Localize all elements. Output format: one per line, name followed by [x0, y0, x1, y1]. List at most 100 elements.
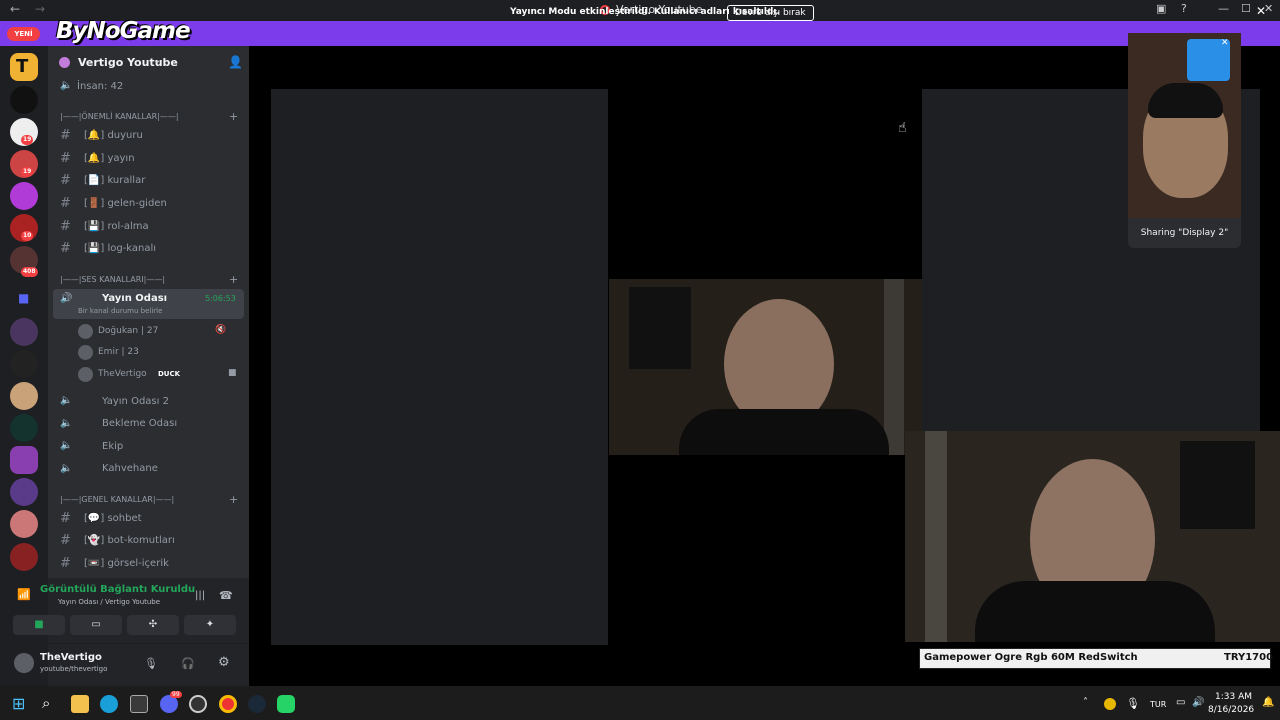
channel-gelen-giden[interactable]: [🚪] gelen-giden	[84, 198, 167, 209]
headphones-icon[interactable]: 🎧	[181, 657, 195, 670]
speaker-icon: 🔊	[60, 293, 73, 304]
network-icon[interactable]: ▭	[1176, 697, 1185, 708]
voice-status: Görüntülü Bağlantı Kuruldu	[40, 584, 196, 595]
volume-icon[interactable]: 🔊	[1192, 697, 1204, 708]
speaker-icon: 🔈	[60, 463, 73, 474]
channel-bot-komutlari[interactable]: [👻] bot-komutları	[84, 535, 175, 546]
speaker-icon: 🔈	[60, 418, 73, 429]
channel-yayin[interactable]: [🔔] yayın	[84, 153, 135, 164]
member-count: İnsan: 42	[77, 81, 124, 92]
notifications-icon[interactable]: 🔔	[1262, 697, 1274, 708]
add-channel-icon[interactable]: +	[229, 110, 238, 123]
signal-icon[interactable]: 📶	[17, 588, 31, 601]
settings-gear-icon[interactable]: ⚙	[218, 655, 230, 670]
activities-button[interactable]: ✣	[127, 615, 179, 635]
chevron-down-icon[interactable]: ⌄	[153, 55, 161, 66]
server-icon[interactable]	[10, 478, 38, 506]
disconnect-icon[interactable]: ☎	[219, 589, 233, 602]
avatar	[78, 324, 93, 339]
channel-log-kanali[interactable]: [💾] log-kanalı	[84, 243, 156, 254]
chevron-up-icon[interactable]: ˄	[1083, 697, 1088, 708]
avatar[interactable]	[14, 653, 34, 673]
server-icon[interactable]: T	[10, 53, 38, 81]
hash-icon: #	[60, 196, 71, 211]
unread-badge: 10	[21, 231, 34, 241]
disable-streamer-mode-button[interactable]: Devre dışı bırak	[727, 5, 814, 21]
server-icon[interactable]	[10, 543, 38, 571]
channel-duyuru[interactable]: [🔔] duyuru	[84, 130, 143, 141]
hash-icon: #	[60, 128, 71, 143]
inbox-icon[interactable]: ▣	[1156, 2, 1166, 15]
channel-kurallar[interactable]: [📄] kurallar	[84, 175, 145, 186]
server-icon[interactable]	[10, 182, 38, 210]
voice-channel[interactable]: Yayın Odası 2	[102, 396, 169, 407]
channel-status[interactable]: Bir kanal durumu belirle	[78, 307, 162, 315]
clock-time[interactable]: 1:33 AM	[1214, 692, 1252, 702]
voice-channel[interactable]: Kahvehane	[102, 463, 158, 474]
microphone-icon[interactable]: 🎙	[144, 657, 158, 670]
start-button-icon[interactable]: ⊞	[12, 694, 25, 713]
noise-suppression-icon[interactable]: |||	[195, 590, 205, 601]
server-icon[interactable]	[10, 382, 38, 410]
banner-close-icon[interactable]: ✕	[1256, 4, 1266, 18]
server-icon[interactable]	[10, 350, 38, 378]
store-icon[interactable]	[130, 695, 148, 713]
add-channel-icon[interactable]: +	[229, 273, 238, 286]
close-preview-icon[interactable]: ✕	[1221, 38, 1229, 48]
maximize-button[interactable]: ☐	[1241, 2, 1251, 15]
voice-location[interactable]: Yayın Odası / Vertigo Youtube	[58, 598, 160, 606]
participant-tile[interactable]	[271, 89, 608, 645]
voice-channel[interactable]: Bekleme Odası	[102, 418, 177, 429]
file-explorer-icon[interactable]	[71, 695, 89, 713]
help-icon[interactable]: ?	[1181, 2, 1187, 15]
server-icon[interactable]	[10, 414, 38, 442]
speaker-icon: 🔈	[60, 440, 73, 451]
minimize-button[interactable]: —	[1218, 2, 1229, 15]
voice-user-thevertigo[interactable]: TheVertigo	[98, 369, 147, 379]
soundboard-button[interactable]: ✦	[184, 615, 236, 635]
unread-badge: 19	[21, 135, 34, 145]
server-icon[interactable]	[10, 446, 38, 474]
ticker-price: TRY1700	[1224, 652, 1274, 663]
server-folder-icon[interactable]: ■	[10, 286, 38, 314]
microphone-tray-icon[interactable]: 🎙	[1126, 697, 1140, 710]
sharing-label: Sharing "Display 2"	[1140, 228, 1229, 238]
add-channel-icon[interactable]: +	[229, 493, 238, 506]
webcam-video[interactable]	[609, 279, 922, 455]
speaker-icon: 🔈	[60, 395, 73, 406]
webcam-video[interactable]	[905, 431, 1280, 642]
tray-icon[interactable]	[1104, 698, 1116, 710]
category-voice[interactable]: |——|SES KANALLARI|——|	[60, 275, 165, 284]
voice-user-emir[interactable]: Emir | 23	[98, 347, 139, 357]
whatsapp-icon[interactable]	[277, 695, 295, 713]
username[interactable]: TheVertigo	[40, 652, 102, 663]
server-name[interactable]: Vertigo Youtube	[78, 56, 178, 69]
edge-icon[interactable]	[100, 695, 118, 713]
user-tag-badge: DUCK	[158, 370, 181, 378]
hash-icon: #	[60, 556, 71, 571]
forward-button[interactable]: →	[35, 2, 45, 16]
bynogame-watermark: ByNoGame	[56, 18, 191, 44]
server-icon[interactable]	[10, 318, 38, 346]
chrome-icon[interactable]	[219, 695, 237, 713]
category-general[interactable]: |——|GENEL KANALLAR|——|	[60, 495, 174, 504]
clock-date[interactable]: 8/16/2026	[1208, 705, 1254, 715]
channel-rol-alma[interactable]: [💾] rol-alma	[84, 221, 149, 232]
back-button[interactable]: ←	[10, 2, 20, 16]
channel-gorsel-icerik[interactable]: [📼] görsel-içerik	[84, 558, 169, 569]
camera-button[interactable]: ■	[13, 615, 65, 635]
category-important[interactable]: |——|ÖNEMLİ KANALLAR|——|	[60, 112, 179, 121]
search-icon[interactable]: ⌕	[42, 694, 50, 712]
server-icon[interactable]	[10, 86, 38, 114]
screen-share-button[interactable]: ▭	[70, 615, 122, 635]
steam-icon[interactable]	[248, 695, 266, 713]
app-icon[interactable]	[189, 695, 207, 713]
voice-channel[interactable]: Ekip	[102, 441, 123, 452]
keyboard-language[interactable]: TUR	[1150, 700, 1166, 709]
speaker-icon: 🔈	[60, 80, 73, 91]
voice-user-dogukan[interactable]: Doğukan | 27	[98, 326, 158, 336]
channel-sohbet[interactable]: [💬] sohbet	[84, 513, 142, 524]
server-icon[interactable]	[10, 510, 38, 538]
invite-people-icon[interactable]: 👤	[228, 55, 243, 69]
voice-timer: 5:06:53	[205, 294, 236, 303]
